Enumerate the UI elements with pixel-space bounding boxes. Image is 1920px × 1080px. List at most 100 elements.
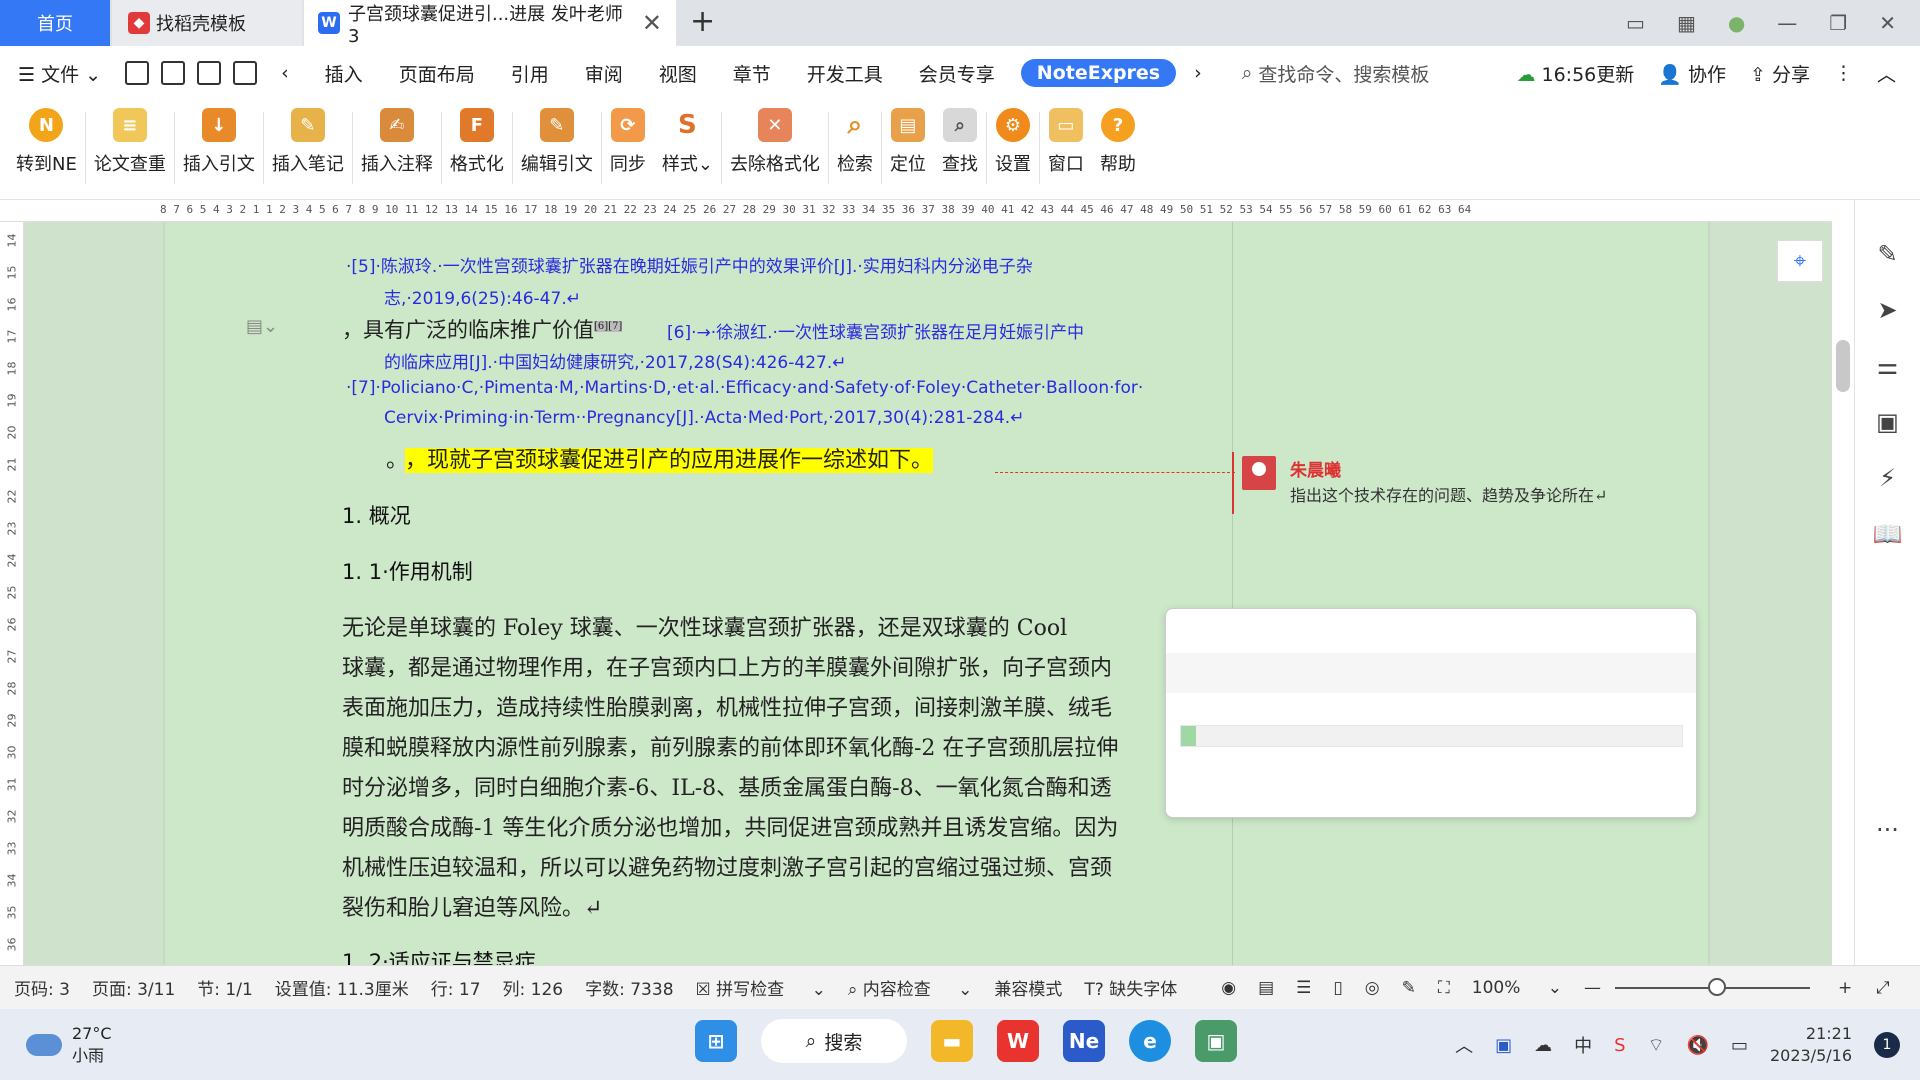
menu-page-layout[interactable]: 页面布局: [381, 60, 493, 87]
tray-expand-icon[interactable]: ︿: [1455, 1032, 1473, 1058]
more-icon[interactable]: ⋮: [1834, 62, 1853, 84]
insert-citation-button[interactable]: ↓ 插入引文: [175, 100, 263, 176]
noteexpress-icon[interactable]: Ne: [1063, 1020, 1105, 1062]
close-icon[interactable]: ✕: [642, 9, 662, 37]
lightning-icon[interactable]: ⚡: [1879, 464, 1896, 492]
scrollbar-thumb[interactable]: [1836, 340, 1850, 392]
status-row[interactable]: 行: 17: [431, 975, 481, 1000]
user-avatar-icon[interactable]: ●: [1728, 11, 1745, 35]
status-setting[interactable]: 设置值: 11.3厘米: [275, 975, 409, 1000]
locate-button[interactable]: ▤ 定位: [882, 100, 934, 176]
sogou-icon[interactable]: S: [1614, 1035, 1625, 1056]
clock[interactable]: 21:21 2023/5/16: [1770, 1023, 1852, 1067]
menu-scroll-left-icon[interactable]: ‹: [263, 62, 307, 84]
menu-review[interactable]: 审阅: [567, 60, 641, 87]
print-icon[interactable]: [197, 61, 222, 85]
collab-button[interactable]: 👤 协作: [1658, 60, 1726, 87]
spell-check-button[interactable]: ☒ 拼写检查 ⌄: [696, 975, 826, 1000]
onedrive-icon[interactable]: ☁: [1534, 1035, 1552, 1056]
horizontal-ruler[interactable]: 8 7 6 5 4 3 2 1 1 2 3 4 5 6 7 8 9 10 11 …: [0, 200, 1920, 222]
page-view-icon[interactable]: ▤: [1258, 978, 1274, 998]
speaker-muted-icon[interactable]: 🔇: [1687, 1035, 1709, 1056]
window-button[interactable]: ▭ 窗口: [1040, 100, 1092, 176]
layout-icon[interactable]: ▭: [1626, 11, 1645, 35]
battery-icon[interactable]: ▭: [1731, 1035, 1748, 1056]
outline-view-icon[interactable]: ☰: [1296, 978, 1311, 998]
citation-superscript[interactable]: [6][7]: [594, 321, 623, 332]
vertical-scrollbar[interactable]: [1832, 200, 1854, 965]
new-tab-icon[interactable]: +: [690, 4, 715, 39]
read-view-icon[interactable]: ▯: [1333, 978, 1342, 998]
file-explorer-icon[interactable]: ▬: [931, 1020, 973, 1062]
menu-developer[interactable]: 开发工具: [789, 60, 901, 87]
ime-indicator[interactable]: 中: [1574, 1032, 1592, 1058]
preview-icon[interactable]: [233, 61, 258, 85]
status-section[interactable]: 节: 1/1: [197, 975, 253, 1000]
zoom-slider-knob[interactable]: [1708, 978, 1726, 996]
more-dots-icon[interactable]: ···: [1876, 816, 1899, 844]
share-button[interactable]: ⇪ 分享: [1750, 60, 1810, 87]
save-icon[interactable]: [125, 61, 150, 85]
adjust-icon[interactable]: ⚌: [1877, 352, 1899, 380]
eye-protect-icon[interactable]: ◉: [1221, 978, 1236, 998]
menu-scroll-right-icon[interactable]: ›: [1176, 62, 1220, 84]
status-word-count[interactable]: 字数: 7338: [585, 975, 673, 1000]
pen-view-icon[interactable]: ✎: [1402, 978, 1416, 998]
menu-insert[interactable]: 插入: [307, 60, 381, 87]
zoom-level[interactable]: 100% ⌄: [1472, 978, 1562, 998]
insert-annotation-button[interactable]: ✍ 插入注释: [353, 100, 441, 176]
status-col[interactable]: 列: 126: [503, 975, 564, 1000]
menu-references[interactable]: 引用: [493, 60, 567, 87]
fit-screen-icon[interactable]: ⛶: [1438, 978, 1450, 998]
taskbar-search[interactable]: ⌕ 搜索: [761, 1019, 907, 1063]
zoom-out-icon[interactable]: —: [1584, 978, 1601, 998]
collapse-ribbon-icon[interactable]: ︿: [1877, 60, 1896, 87]
search-button[interactable]: ⌕ 检索: [829, 100, 881, 176]
weather-widget[interactable]: 27°C 小雨: [26, 1023, 112, 1067]
status-page-code[interactable]: 页码: 3: [14, 975, 70, 1000]
window-close-icon[interactable]: ✕: [1879, 11, 1896, 35]
zoom-in-icon[interactable]: +: [1838, 978, 1852, 998]
notification-badge[interactable]: 1: [1874, 1032, 1900, 1058]
tab-document[interactable]: W 子宫颈球囊促进引...进展 发叶老师3 ✕: [304, 0, 676, 47]
file-menu[interactable]: ☰ 文件 ⌄: [0, 60, 119, 87]
restore-icon[interactable]: ❐: [1829, 11, 1847, 35]
cloud-sync-status[interactable]: ☁ 16:56更新: [1516, 60, 1634, 87]
command-search[interactable]: ⌕ 查找命令、搜索模板: [1242, 60, 1430, 87]
format-button[interactable]: F 格式化: [442, 100, 512, 176]
location-pin-icon[interactable]: ⌖: [1777, 240, 1823, 282]
grid-icon[interactable]: ▦: [1677, 11, 1696, 35]
wps-icon[interactable]: W: [997, 1020, 1039, 1062]
tray-wps-icon[interactable]: ▣: [1495, 1035, 1512, 1056]
fullscreen-icon[interactable]: ⤢: [1876, 978, 1890, 998]
content-check-button[interactable]: ⌕ 内容检查 ⌄: [848, 975, 973, 1000]
edit-citation-button[interactable]: ✎ 编辑引文: [513, 100, 601, 176]
document-area[interactable]: 14 15 16 17 18 19 20 21 22 23 24 25 26 2…: [0, 222, 1832, 965]
remove-format-button[interactable]: ✕ 去除格式化: [722, 100, 828, 176]
settings-button[interactable]: ⚙ 设置: [987, 100, 1039, 176]
menu-noteexpress[interactable]: NoteExpres: [1020, 59, 1177, 87]
edge-icon[interactable]: e: [1129, 1020, 1171, 1062]
plagiarism-check-button[interactable]: ≡ 论文查重: [86, 100, 174, 176]
windows-start-icon[interactable]: ⊞: [695, 1020, 737, 1062]
cursor-icon[interactable]: ➤: [1877, 296, 1897, 324]
book-search-icon[interactable]: 📖: [1873, 520, 1903, 548]
goto-ne-button[interactable]: N 转到NE: [8, 100, 85, 176]
wifi-icon[interactable]: ⌔: [1648, 1034, 1665, 1057]
menu-member[interactable]: 会员专享: [901, 60, 1013, 87]
insert-note-button[interactable]: ✎ 插入笔记: [264, 100, 352, 176]
export-icon[interactable]: [161, 61, 186, 85]
web-view-icon[interactable]: ◎: [1365, 978, 1380, 998]
style-button[interactable]: S 样式⌄: [654, 100, 721, 176]
help-button[interactable]: ? 帮助: [1092, 100, 1144, 176]
compat-mode[interactable]: 兼容模式: [994, 975, 1062, 1000]
paragraph-marker-icon[interactable]: ▤⌄: [246, 316, 278, 337]
minimize-icon[interactable]: —: [1777, 11, 1797, 35]
status-page[interactable]: 页面: 3/11: [92, 975, 175, 1000]
tab-home[interactable]: 首页: [0, 0, 110, 46]
image-edit-icon[interactable]: ▣: [1876, 408, 1899, 436]
menu-chapter[interactable]: 章节: [715, 60, 789, 87]
sync-button[interactable]: ⟳ 同步: [602, 100, 654, 176]
draw-icon[interactable]: ✎: [1877, 240, 1897, 268]
menu-view[interactable]: 视图: [641, 60, 715, 87]
